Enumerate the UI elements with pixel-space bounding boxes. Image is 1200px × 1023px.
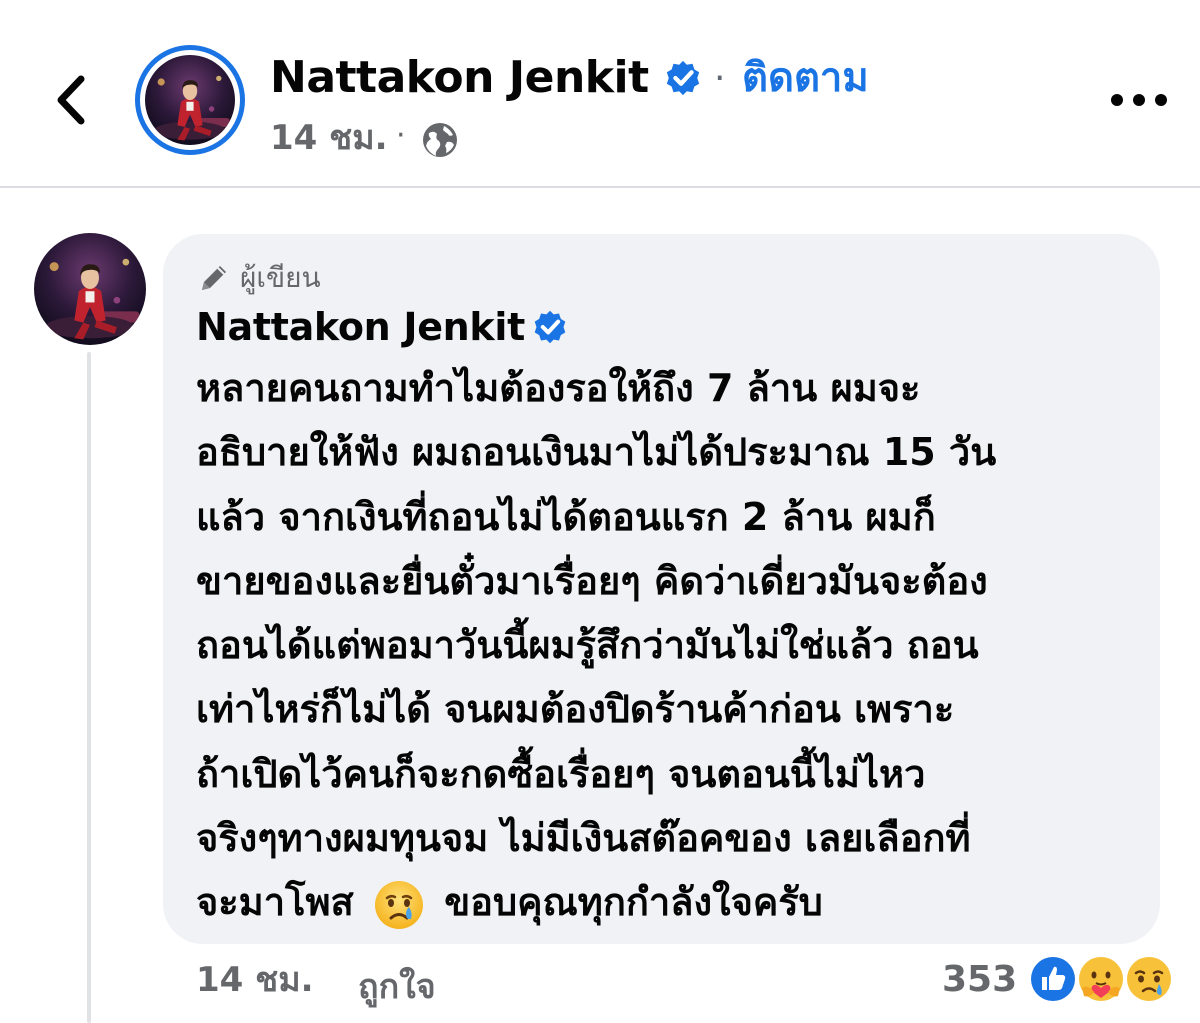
like-reaction-icon	[1028, 954, 1078, 1004]
more-horizontal-icon[interactable]	[1104, 80, 1174, 120]
verified-badge-icon	[666, 60, 700, 96]
post-timestamp[interactable]: 14 ชม.	[270, 116, 388, 160]
crying-face-emoji	[374, 880, 423, 929]
page-avatar-story-ring[interactable]	[135, 45, 245, 155]
reaction-icons[interactable]	[1028, 952, 1178, 1006]
comment-text-segment: ขอบคุณทุกกำลังใจครับ	[444, 880, 823, 925]
comment-text-line: จริงๆทางผมทุนจม ไม่มีเงินสต๊อคของ เลยเลื…	[196, 816, 971, 861]
author-badge: ผู้เขียน	[196, 256, 321, 300]
reaction-count[interactable]: 353	[942, 955, 1017, 1005]
post-header: Nattakon Jenkit · ติดตาม 14 ชม. ·	[0, 0, 1200, 188]
comment-author-name[interactable]: Nattakon Jenkit	[196, 304, 525, 350]
comment-text-segment: จะมาโพส	[196, 880, 354, 925]
follow-button[interactable]: ติดตาม	[742, 52, 869, 104]
page-avatar	[145, 55, 235, 145]
comment-text-last-line: จะมาโพส ขอบคุณทุกกำลังใจครับ	[196, 870, 1146, 934]
comment-text-line: หลายคนถามทำไมต้องรอให้ถึง 7 ล้าน ผมจะ	[196, 366, 921, 410]
timestamp-separator: ·	[396, 118, 406, 153]
reply-thread-line	[87, 352, 91, 1023]
comment-text-line: ถอนได้แต่พอมาวันนี้ผมรู้สึกว่ามันไม่ใช่แ…	[196, 623, 979, 668]
author-badge-label: ผู้เขียน	[240, 261, 321, 294]
like-button[interactable]: ถูกใจ	[358, 962, 436, 1012]
comment-text-line: ขายของและยื่นตั๋วมาเรื่อยๆ คิดว่าเดี่ยวม…	[196, 558, 988, 603]
pencil-icon	[202, 266, 226, 290]
comment-timestamp[interactable]: 14 ชม.	[196, 955, 314, 1005]
comment-author-avatar[interactable]	[34, 233, 146, 345]
comment-text-line: เท่าไหร่ก็ไม่ได้ จนผมต้องปิดร้านค้าก่อน …	[196, 687, 955, 732]
name-separator: ·	[714, 58, 726, 99]
care-reaction-icon	[1076, 954, 1126, 1004]
page-name[interactable]: Nattakon Jenkit	[270, 52, 649, 104]
comment-text-line: ถ้าเปิดไว้คนก็จะกดซื้อเรื่อยๆ จนตอนนี้ไม…	[196, 751, 926, 796]
chevron-left-icon	[57, 75, 85, 125]
globe-icon	[423, 123, 457, 157]
verified-badge-icon	[534, 310, 566, 344]
comment-text: หลายคนถามทำไมต้องรอให้ถึง 7 ล้าน ผมจะ อธ…	[196, 356, 1146, 935]
back-button[interactable]	[40, 68, 100, 132]
sad-reaction-icon	[1124, 954, 1174, 1004]
comment-text-line: แล้ว จากเงินที่ถอนไม่ได้ตอนแรก 2 ล้าน ผม…	[196, 494, 936, 539]
comment-text-line: อธิบายให้ฟัง ผมถอนเงินมาไม่ได้ประมาณ 15 …	[196, 430, 997, 475]
